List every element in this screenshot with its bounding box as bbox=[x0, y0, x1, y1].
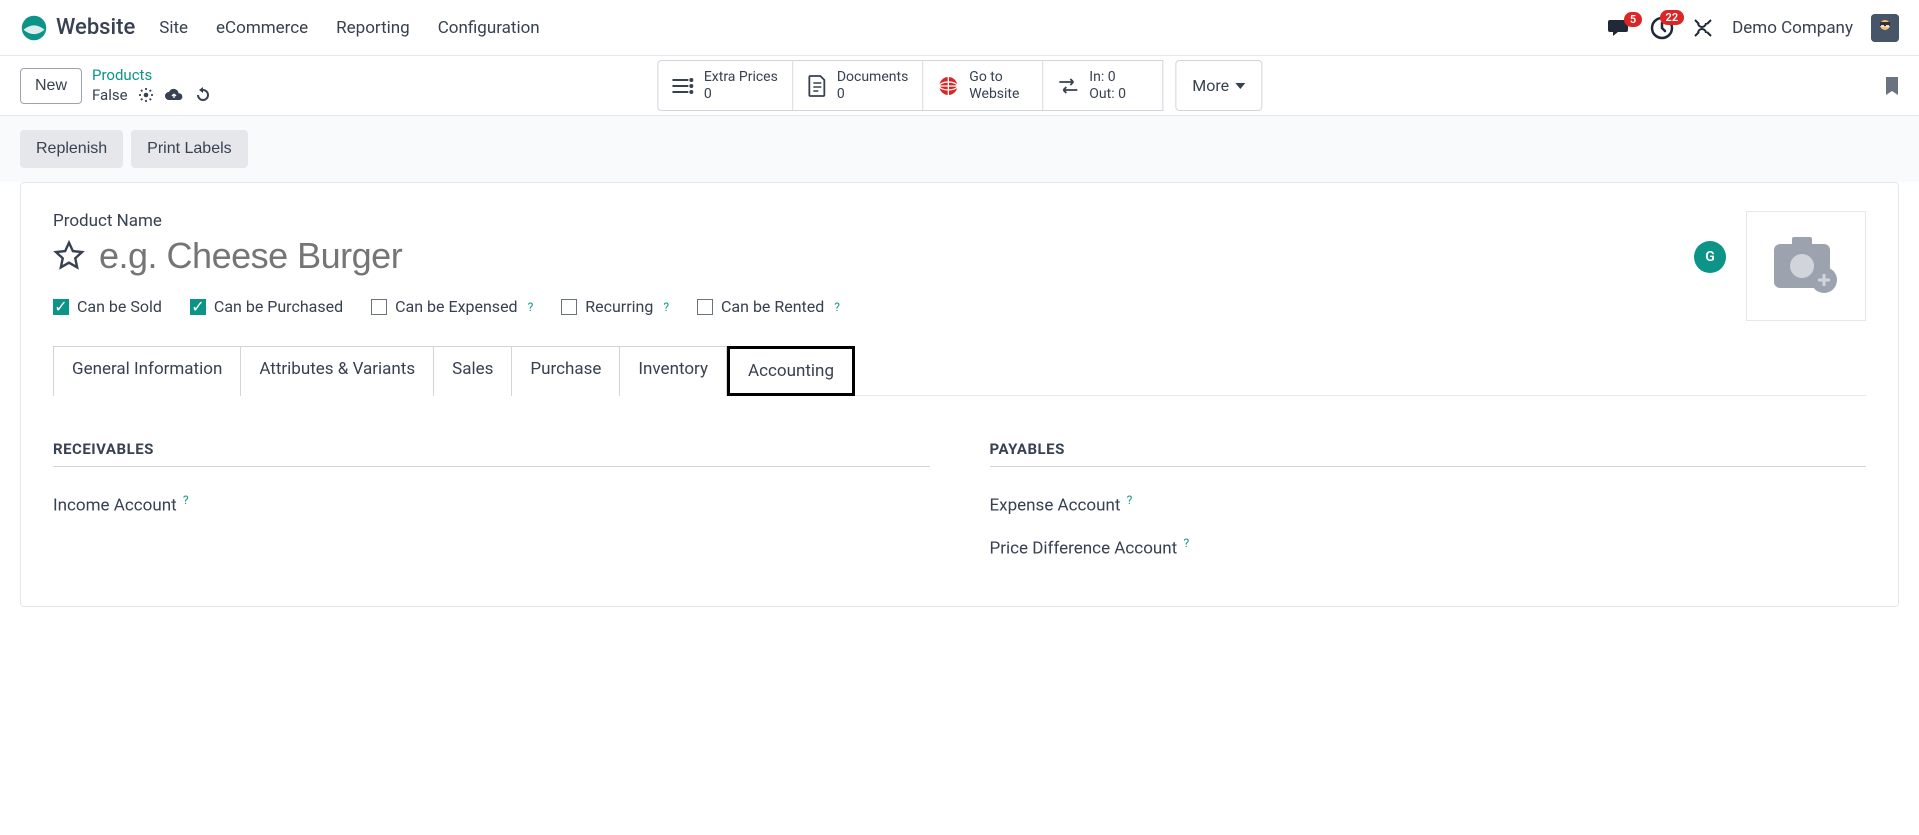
help-icon[interactable]: ? bbox=[183, 493, 189, 507]
messages-icon[interactable]: 5 bbox=[1608, 18, 1632, 38]
stat-extra-prices[interactable]: Extra Prices 0 bbox=[657, 60, 793, 112]
top-navbar: Website Site eCommerce Reporting Configu… bbox=[0, 0, 1919, 56]
payables-heading: PAYABLES bbox=[990, 440, 1867, 467]
action-strip: Replenish Print Labels bbox=[0, 115, 1919, 182]
checkbox-icon: ✓ bbox=[53, 299, 69, 315]
breadcrumb: Products False bbox=[92, 66, 212, 105]
control-bar: New Products False Extra Prices 0 bbox=[0, 56, 1919, 115]
product-name-input[interactable] bbox=[99, 235, 1694, 277]
product-name-label: Product Name bbox=[53, 211, 1694, 231]
chevron-down-icon bbox=[1235, 83, 1245, 89]
gear-icon[interactable] bbox=[138, 87, 154, 103]
checkbox-can-be-rented[interactable]: Can be Rented ? bbox=[697, 297, 840, 316]
stat-value: Out: 0 bbox=[1089, 86, 1126, 103]
stat-buttons: Extra Prices 0 Documents 0 Go to Website… bbox=[657, 60, 1262, 112]
messages-badge: 5 bbox=[1624, 12, 1642, 27]
stat-label: Documents bbox=[837, 69, 908, 86]
more-button[interactable]: More bbox=[1175, 60, 1262, 112]
nav-link-reporting[interactable]: Reporting bbox=[336, 18, 410, 38]
grammarly-icon[interactable]: G bbox=[1694, 241, 1726, 273]
cloud-upload-icon[interactable] bbox=[164, 88, 184, 102]
stat-label: In: 0 bbox=[1089, 69, 1126, 86]
tab-inventory[interactable]: Inventory bbox=[620, 346, 727, 396]
debug-icon[interactable] bbox=[1692, 17, 1714, 39]
checkbox-icon bbox=[697, 299, 713, 315]
checkbox-can-be-purchased[interactable]: ✓ Can be Purchased bbox=[190, 297, 343, 316]
nav-link-ecommerce[interactable]: eCommerce bbox=[216, 18, 308, 38]
bookmark-icon[interactable] bbox=[1885, 76, 1899, 96]
new-button[interactable]: New bbox=[20, 68, 82, 104]
stat-label: Extra Prices bbox=[704, 69, 778, 86]
checkbox-can-be-expensed[interactable]: Can be Expensed ? bbox=[371, 297, 533, 316]
stat-go-to-website[interactable]: Go to Website bbox=[923, 60, 1043, 112]
favorite-star-icon[interactable] bbox=[53, 240, 85, 272]
activities-icon[interactable]: 22 bbox=[1650, 16, 1674, 40]
help-icon[interactable]: ? bbox=[1183, 536, 1189, 550]
stat-value: Website bbox=[969, 86, 1019, 103]
checkbox-recurring[interactable]: Recurring ? bbox=[561, 297, 669, 316]
checkbox-icon: ✓ bbox=[190, 299, 206, 315]
stat-value: 0 bbox=[704, 86, 778, 103]
tab-strip: General Information Attributes & Variant… bbox=[53, 345, 1866, 396]
tab-purchase[interactable]: Purchase bbox=[512, 346, 620, 396]
nav-link-configuration[interactable]: Configuration bbox=[438, 18, 540, 38]
tab-attributes-variants[interactable]: Attributes & Variants bbox=[241, 346, 434, 396]
checkbox-can-be-sold[interactable]: ✓ Can be Sold bbox=[53, 297, 162, 316]
help-icon[interactable]: ? bbox=[663, 300, 669, 314]
help-icon[interactable]: ? bbox=[528, 300, 534, 314]
nav-menu: Site eCommerce Reporting Configuration bbox=[159, 18, 539, 38]
tab-accounting[interactable]: Accounting bbox=[727, 346, 855, 396]
user-avatar[interactable] bbox=[1871, 14, 1899, 42]
expense-account-field[interactable]: Expense Account ? bbox=[990, 493, 1867, 516]
accounting-tab-panel: RECEIVABLES Income Account ? PAYABLES Ex… bbox=[53, 396, 1866, 578]
breadcrumb-parent[interactable]: Products bbox=[92, 66, 212, 86]
receivables-heading: RECEIVABLES bbox=[53, 440, 930, 467]
stat-value: 0 bbox=[837, 86, 908, 103]
breadcrumb-current: False bbox=[92, 86, 128, 106]
nav-link-site[interactable]: Site bbox=[159, 18, 188, 38]
checkbox-icon bbox=[561, 299, 577, 315]
price-difference-account-field[interactable]: Price Difference Account ? bbox=[990, 536, 1867, 559]
tab-general-information[interactable]: General Information bbox=[53, 346, 241, 396]
stat-label: Go to bbox=[969, 69, 1019, 86]
income-account-field[interactable]: Income Account ? bbox=[53, 493, 930, 516]
print-labels-button[interactable]: Print Labels bbox=[131, 130, 248, 168]
help-icon[interactable]: ? bbox=[1127, 493, 1133, 507]
checkbox-icon bbox=[371, 299, 387, 315]
app-name[interactable]: Website bbox=[56, 15, 135, 40]
help-icon[interactable]: ? bbox=[834, 300, 840, 314]
app-logo-icon bbox=[20, 14, 48, 42]
stat-in-out[interactable]: In: 0 Out: 0 bbox=[1043, 60, 1163, 112]
stat-documents[interactable]: Documents 0 bbox=[793, 60, 923, 112]
activities-badge: 22 bbox=[1660, 10, 1685, 25]
tab-sales[interactable]: Sales bbox=[434, 346, 512, 396]
replenish-button[interactable]: Replenish bbox=[20, 130, 123, 168]
form-sheet: Product Name ✓ Can be Sold ✓ Can be Purc… bbox=[20, 182, 1899, 607]
product-image-upload[interactable] bbox=[1746, 211, 1866, 321]
company-switcher[interactable]: Demo Company bbox=[1732, 18, 1853, 38]
discard-icon[interactable] bbox=[194, 86, 212, 104]
